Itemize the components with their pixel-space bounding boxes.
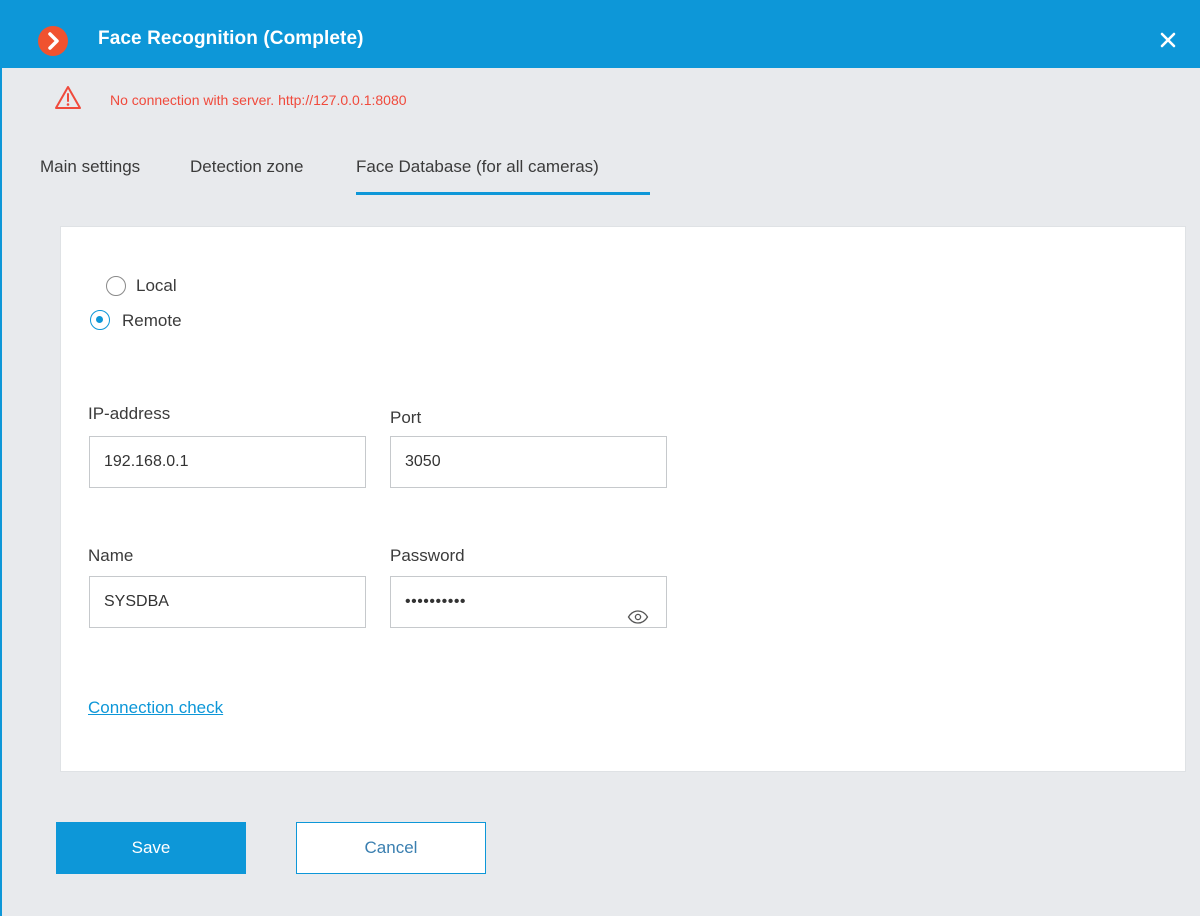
chevron-right-icon (38, 26, 68, 56)
port-label: Port (390, 408, 422, 427)
title-bar: Face Recognition (Complete) (2, 0, 1200, 68)
name-label: Name (88, 546, 134, 565)
warning-text: No connection with server. http://127.0.… (110, 92, 407, 108)
port-field[interactable]: 3050 (390, 436, 667, 488)
password-label: Password (390, 546, 465, 565)
save-button[interactable]: Save (56, 822, 246, 874)
warning-triangle-icon (54, 84, 82, 112)
cancel-button[interactable]: Cancel (296, 822, 486, 874)
ip-address-label: IP-address (88, 404, 171, 423)
tab-main-settings[interactable]: Main settings (40, 157, 140, 197)
name-field[interactable]: SYSDBA (89, 576, 366, 628)
connection-check-link[interactable]: Connection check (88, 698, 223, 718)
tab-face-database[interactable]: Face Database (for all cameras) (356, 157, 599, 197)
radio-remote-label[interactable]: Remote (122, 311, 182, 331)
active-tab-indicator (356, 192, 650, 195)
close-icon[interactable] (1154, 26, 1182, 54)
tab-detection-zone[interactable]: Detection zone (190, 157, 303, 197)
password-field[interactable]: •••••••••• (390, 576, 667, 628)
face-database-panel: Local Remote IP-address 192.168.0.1 Port… (60, 226, 1186, 772)
window-title: Face Recognition (Complete) (98, 28, 364, 49)
radio-remote[interactable] (90, 310, 110, 330)
radio-local-label[interactable]: Local (136, 276, 177, 296)
password-value: •••••••••• (405, 593, 467, 610)
eye-icon[interactable] (627, 595, 649, 624)
dialog-window: Face Recognition (Complete) No connectio… (0, 0, 1200, 916)
radio-local[interactable] (106, 276, 126, 296)
ip-address-field[interactable]: 192.168.0.1 (89, 436, 366, 488)
